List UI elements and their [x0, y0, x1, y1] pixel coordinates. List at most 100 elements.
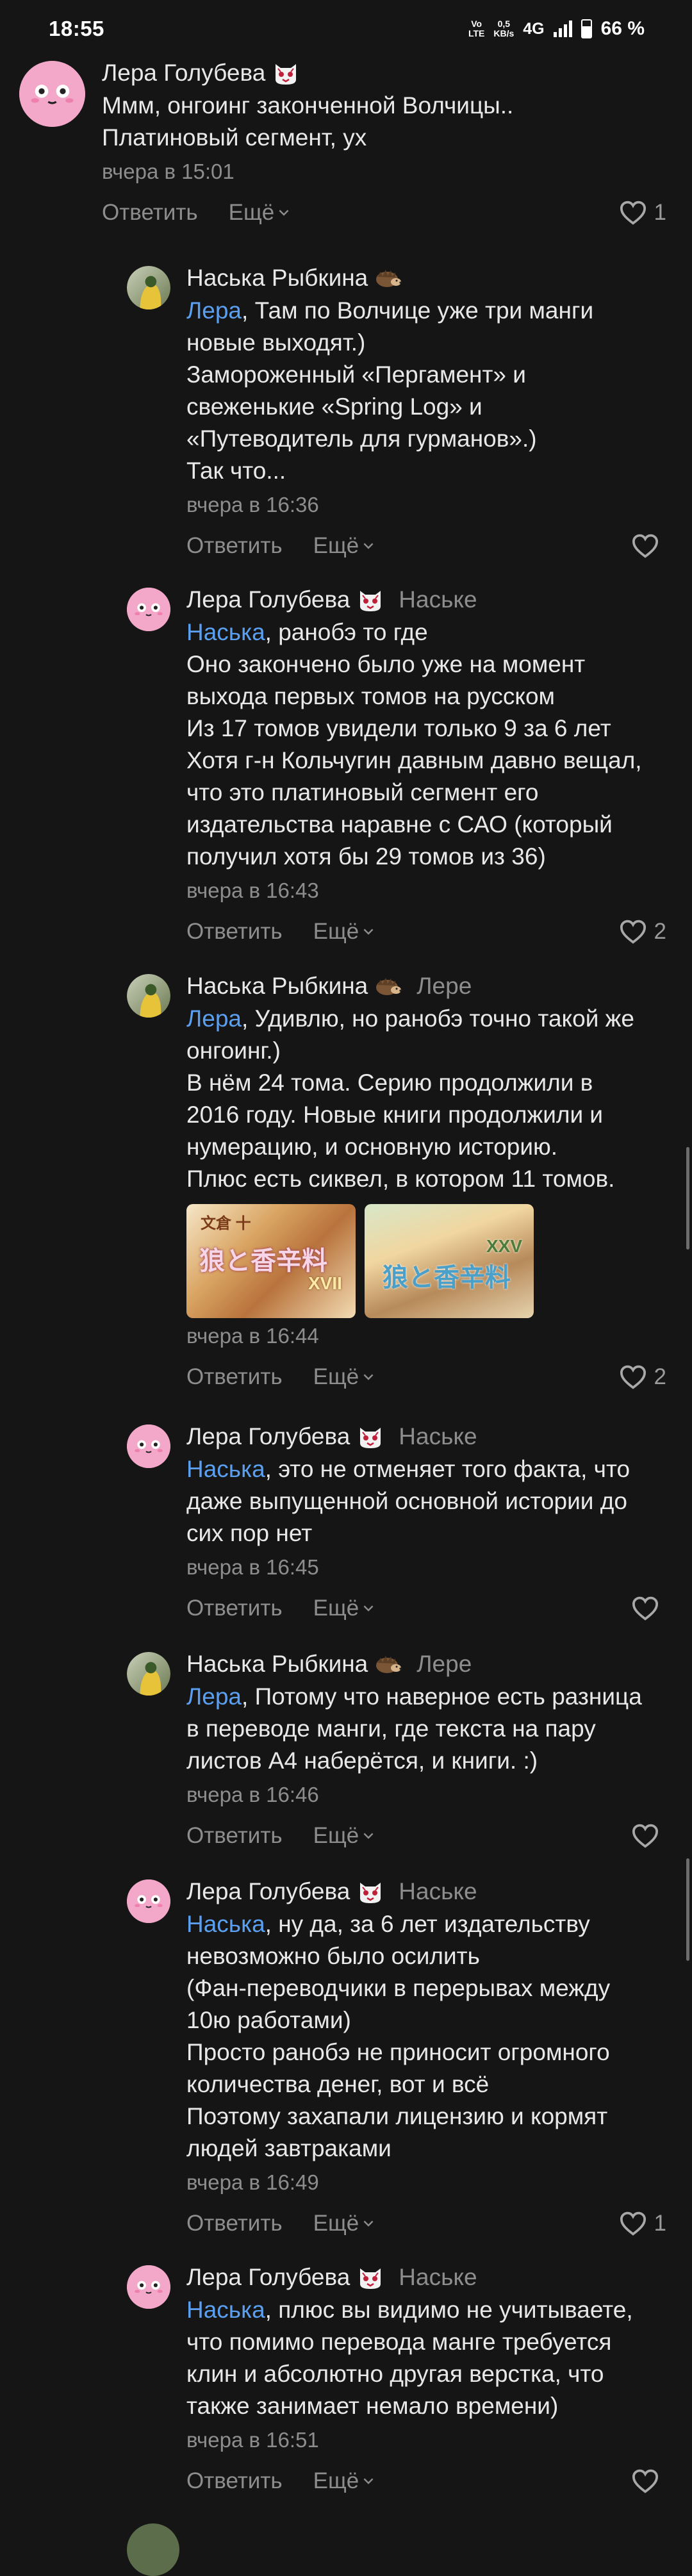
cat-emoji-icon	[356, 1879, 384, 1904]
comment-header: Лера Голубева Наське	[186, 2262, 666, 2293]
avatar[interactable]	[127, 974, 170, 1018]
attached-images: 文倉 十 狼と香辛料 XVII XXV 狼と香辛料	[186, 1204, 666, 1318]
more-button[interactable]: Ещё	[313, 1596, 375, 1621]
chevron-down-icon	[363, 1832, 374, 1840]
comment-text: Наська, ранобэ то где Оно закончено было…	[186, 619, 642, 870]
status-time: 18:55	[49, 17, 104, 40]
like-count: 1	[654, 200, 666, 225]
attached-image[interactable]: XXV 狼と香辛料	[365, 1204, 534, 1318]
comment-time: вчера в 16:45	[186, 1555, 319, 1579]
more-button[interactable]: Ещё	[313, 533, 375, 559]
avatar[interactable]	[127, 588, 170, 631]
reply-button[interactable]: Ответить	[186, 2468, 283, 2494]
reply-to-label[interactable]: Наське	[399, 584, 477, 615]
reply-to-label[interactable]: Наське	[399, 1421, 477, 1452]
author-name[interactable]: Лера Голубева	[102, 58, 265, 88]
more-button[interactable]: Ещё	[313, 2468, 375, 2494]
heart-icon	[620, 201, 647, 225]
mention-link[interactable]: Лера	[186, 297, 242, 324]
scrollbar-thumb[interactable]	[686, 1858, 689, 1961]
reply-to-label[interactable]: Наське	[399, 1876, 477, 1907]
comment-time: вчера в 15:01	[102, 160, 235, 183]
author-name[interactable]: Наська Рыбкина	[186, 263, 368, 293]
author-name[interactable]: Лера Голубева	[186, 2262, 350, 2293]
avatar[interactable]	[127, 1879, 170, 1923]
hedgehog-emoji-icon	[374, 265, 402, 291]
comment-time: вчера в 16:44	[186, 1324, 319, 1348]
reply-button[interactable]: Ответить	[186, 533, 283, 559]
cat-emoji-icon	[356, 2265, 384, 2290]
image-caption: 文倉 十	[201, 1215, 251, 1232]
cat-emoji-icon	[356, 1424, 384, 1449]
reply-button[interactable]: Ответить	[186, 2211, 283, 2236]
more-button[interactable]: Ещё	[313, 919, 375, 945]
comment-actions: Ответить Ещё 1	[186, 2207, 666, 2240]
chevron-down-icon	[363, 1373, 374, 1381]
more-button[interactable]: Ещё	[313, 2211, 375, 2236]
mention-link[interactable]: Наська	[186, 1456, 265, 1482]
comment-header: Лера Голубева Наське	[186, 584, 666, 615]
status-indicators: Vo LTE 0,5 KB/s 4G 66 %	[468, 18, 645, 40]
like-button[interactable]: 1	[620, 200, 666, 226]
avatar[interactable]	[127, 2265, 170, 2309]
like-button[interactable]	[632, 1596, 666, 1621]
like-button[interactable]	[632, 1824, 666, 1848]
comment-actions: Ответить Ещё	[186, 1819, 666, 1853]
reply-button[interactable]: Ответить	[102, 200, 198, 226]
image-volume: XXV	[486, 1236, 523, 1256]
author-name[interactable]: Наська Рыбкина	[186, 971, 368, 1002]
reply-to-label[interactable]: Лере	[416, 1649, 472, 1680]
comment-header: Лера Голубева Наське	[186, 1876, 666, 1907]
author-name[interactable]: Наська Рыбкина	[186, 1649, 368, 1680]
like-button[interactable]: 1	[620, 2211, 666, 2236]
attached-image[interactable]: 文倉 十 狼と香辛料 XVII	[186, 1204, 356, 1318]
heart-icon	[620, 1365, 647, 1389]
like-button[interactable]	[632, 2469, 666, 2493]
network-type: 4G	[523, 19, 545, 38]
battery-level: 66 %	[600, 18, 645, 39]
comment-body: Наська Рыбкина Лере Лера, Удивлю, но ран…	[186, 971, 666, 1394]
image-volume: XVII	[308, 1273, 342, 1293]
comment-header: Лера Голубева Наське	[186, 1421, 666, 1452]
comment-text: Наська, плюс вы видимо не учитываете, чт…	[186, 2297, 633, 2419]
avatar[interactable]	[127, 1652, 170, 1696]
reply-button[interactable]: Ответить	[186, 1596, 283, 1621]
avatar[interactable]	[19, 61, 85, 127]
comment-text: Лера, Там по Волчице уже три манги новые…	[186, 297, 594, 484]
mention-link[interactable]: Лера	[186, 1005, 242, 1032]
reply-button[interactable]: Ответить	[186, 1364, 283, 1390]
scrollbar-thumb[interactable]	[686, 1147, 689, 1250]
mention-link[interactable]: Наська	[186, 619, 265, 645]
reply-button[interactable]: Ответить	[186, 919, 283, 945]
reply-button[interactable]: Ответить	[186, 1823, 283, 1849]
author-name[interactable]: Лера Голубева	[186, 1421, 350, 1452]
comment-header: Лера Голубева	[102, 58, 666, 88]
network-speed: 0,5 KB/s	[493, 19, 515, 38]
mention-link[interactable]: Наська	[186, 2297, 265, 2323]
chevron-down-icon	[363, 928, 374, 936]
comment-body: Лера Голубева Ммм, онгоинг законченной В…	[102, 58, 666, 229]
signal-icon	[553, 21, 572, 37]
like-button[interactable]: 2	[620, 919, 666, 945]
comment-time: вчера в 16:46	[186, 1783, 319, 1806]
like-button[interactable]: 2	[620, 1364, 666, 1390]
chevron-down-icon	[363, 2220, 374, 2227]
reply-to-label[interactable]: Лере	[416, 971, 472, 1002]
like-button[interactable]	[632, 534, 666, 558]
like-count: 1	[654, 2211, 666, 2236]
comment-text: Наська, это не отменяет того факта, что …	[186, 1456, 630, 1546]
more-button[interactable]: Ещё	[313, 1823, 375, 1849]
hedgehog-emoji-icon	[374, 1651, 402, 1677]
cat-emoji-icon	[272, 60, 300, 86]
author-name[interactable]: Лера Голубева	[186, 584, 350, 615]
reply-to-label[interactable]: Наське	[399, 2262, 477, 2293]
comment-body: Лера Голубева Наське Наська, ранобэ то г…	[186, 584, 666, 948]
avatar[interactable]	[127, 266, 170, 310]
mention-link[interactable]: Наська	[186, 1911, 265, 1937]
avatar[interactable]	[127, 2523, 179, 2576]
more-button[interactable]: Ещё	[313, 1364, 375, 1390]
more-button[interactable]: Ещё	[229, 200, 290, 226]
mention-link[interactable]: Лера	[186, 1683, 242, 1710]
author-name[interactable]: Лера Голубева	[186, 1876, 350, 1907]
avatar[interactable]	[127, 1424, 170, 1468]
